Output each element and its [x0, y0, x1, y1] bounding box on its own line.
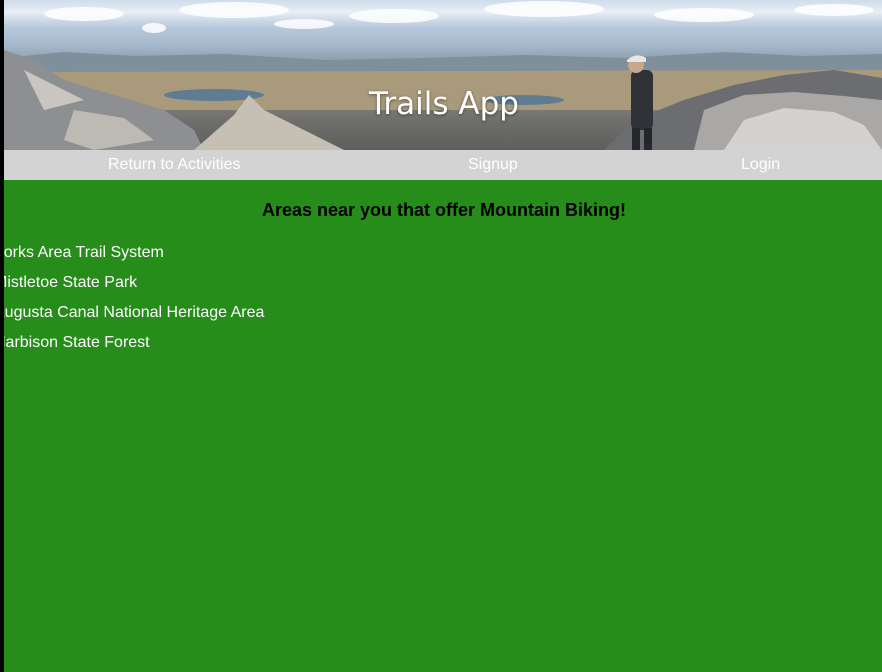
area-item-mistletoe[interactable]: Mistletoe State Park [4, 274, 264, 304]
page: Trails App Return to Activities Signup L… [4, 0, 882, 672]
signup-link[interactable]: Signup [468, 156, 518, 174]
area-item-harbison[interactable]: Harbison State Forest [4, 334, 264, 364]
mountain-panorama-image [4, 1, 882, 150]
area-item-forks[interactable]: Forks Area Trail System [4, 244, 264, 274]
hero-banner: Trails App [4, 0, 882, 150]
nav-bar: Return to Activities Signup Login [4, 150, 882, 180]
app-title: Trails App [369, 86, 519, 122]
return-to-activities-link[interactable]: Return to Activities [108, 156, 241, 174]
area-item-augusta[interactable]: Augusta Canal National Heritage Area [4, 304, 264, 334]
login-link[interactable]: Login [741, 156, 780, 174]
area-list: Forks Area Trail System Mistletoe State … [4, 244, 264, 364]
page-heading: Areas near you that offer Mountain Bikin… [261, 200, 627, 220]
